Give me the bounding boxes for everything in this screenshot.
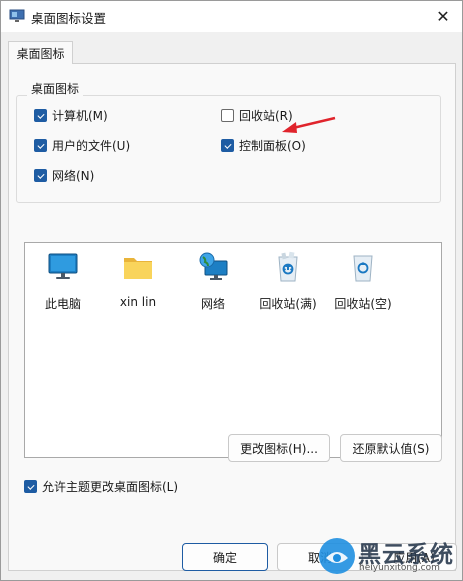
tab-desktop-icons[interactable]: 桌面图标 xyxy=(8,41,73,64)
checkbox-checked-icon xyxy=(34,139,47,152)
desktop-icon-settings-dialog: 桌面图标设置 ✕ 桌面图标 桌面图标 计算机(M) 回收站(R) 用户的文件(U… xyxy=(0,0,463,581)
checkbox-checked-icon xyxy=(221,139,234,152)
watermark: 黑云系统 heiyunxitong.com xyxy=(318,537,459,577)
window-title: 桌面图标设置 xyxy=(31,11,107,26)
checkbox-label: 用户的文件(U) xyxy=(52,139,131,153)
watermark-url: heiyunxitong.com xyxy=(359,563,440,573)
icon-item-recycle-bin-empty[interactable]: 回收站(空) xyxy=(332,251,394,312)
recycle-bin-empty-icon xyxy=(353,255,373,282)
checkbox-user-files[interactable]: 用户的文件(U) xyxy=(34,137,130,154)
monitor-icon xyxy=(48,253,78,279)
desktop-icon-list[interactable]: 此电脑 xin lin 网络 回收站(满) 回收站(空) xyxy=(24,242,442,458)
ok-button[interactable]: 确定 xyxy=(182,543,268,571)
dialog-body: 桌面图标 桌面图标 计算机(M) 回收站(R) 用户的文件(U) 控制面板(O)… xyxy=(1,32,462,580)
icon-item-recycle-bin-full[interactable]: 回收站(满) xyxy=(257,251,319,312)
button-label: 确定 xyxy=(212,550,237,565)
checkbox-control-panel[interactable]: 控制面板(O) xyxy=(221,137,306,154)
checkbox-checked-icon xyxy=(34,169,47,182)
icon-item-user-folder[interactable]: xin lin xyxy=(107,251,169,309)
folder-icon xyxy=(124,258,152,279)
icon-label: 回收站(满) xyxy=(259,297,317,311)
checkbox-computer[interactable]: 计算机(M) xyxy=(34,107,108,124)
tab-label: 桌面图标 xyxy=(16,46,65,61)
checkbox-label: 网络(N) xyxy=(52,169,95,183)
button-label: 还原默认值(S) xyxy=(352,441,430,456)
icon-label: 网络 xyxy=(200,297,225,311)
button-label: 更改图标(H)... xyxy=(240,441,318,456)
checkbox-allow-theme[interactable]: 允许主题更改桌面图标(L) xyxy=(24,478,178,495)
checkbox-label: 控制面板(O) xyxy=(239,139,306,153)
close-icon: ✕ xyxy=(436,6,450,26)
icon-label: 回收站(空) xyxy=(334,297,392,311)
annotation-arrow-icon xyxy=(282,116,336,133)
checkbox-label: 计算机(M) xyxy=(52,109,108,123)
watermark-logo-icon xyxy=(319,538,355,574)
recycle-bin-full-icon xyxy=(278,251,298,282)
icon-label: 此电脑 xyxy=(44,297,81,311)
icon-item-this-pc[interactable]: 此电脑 xyxy=(32,251,94,312)
title-bar[interactable]: 桌面图标设置 ✕ xyxy=(1,1,462,31)
checkbox-unchecked-icon xyxy=(221,109,234,122)
close-button[interactable]: ✕ xyxy=(426,1,460,31)
checkbox-checked-icon xyxy=(24,480,37,493)
display-settings-icon xyxy=(9,9,25,22)
group-label: 桌面图标 xyxy=(27,80,84,97)
network-globe-icon xyxy=(199,252,228,280)
change-icon-button[interactable]: 更改图标(H)... xyxy=(228,434,330,462)
icon-label: xin lin xyxy=(119,295,157,309)
checkbox-label: 允许主题更改桌面图标(L) xyxy=(42,480,179,494)
checkbox-checked-icon xyxy=(34,109,47,122)
icon-item-network[interactable]: 网络 xyxy=(182,251,244,312)
restore-default-button[interactable]: 还原默认值(S) xyxy=(340,434,442,462)
checkbox-network[interactable]: 网络(N) xyxy=(34,167,94,184)
